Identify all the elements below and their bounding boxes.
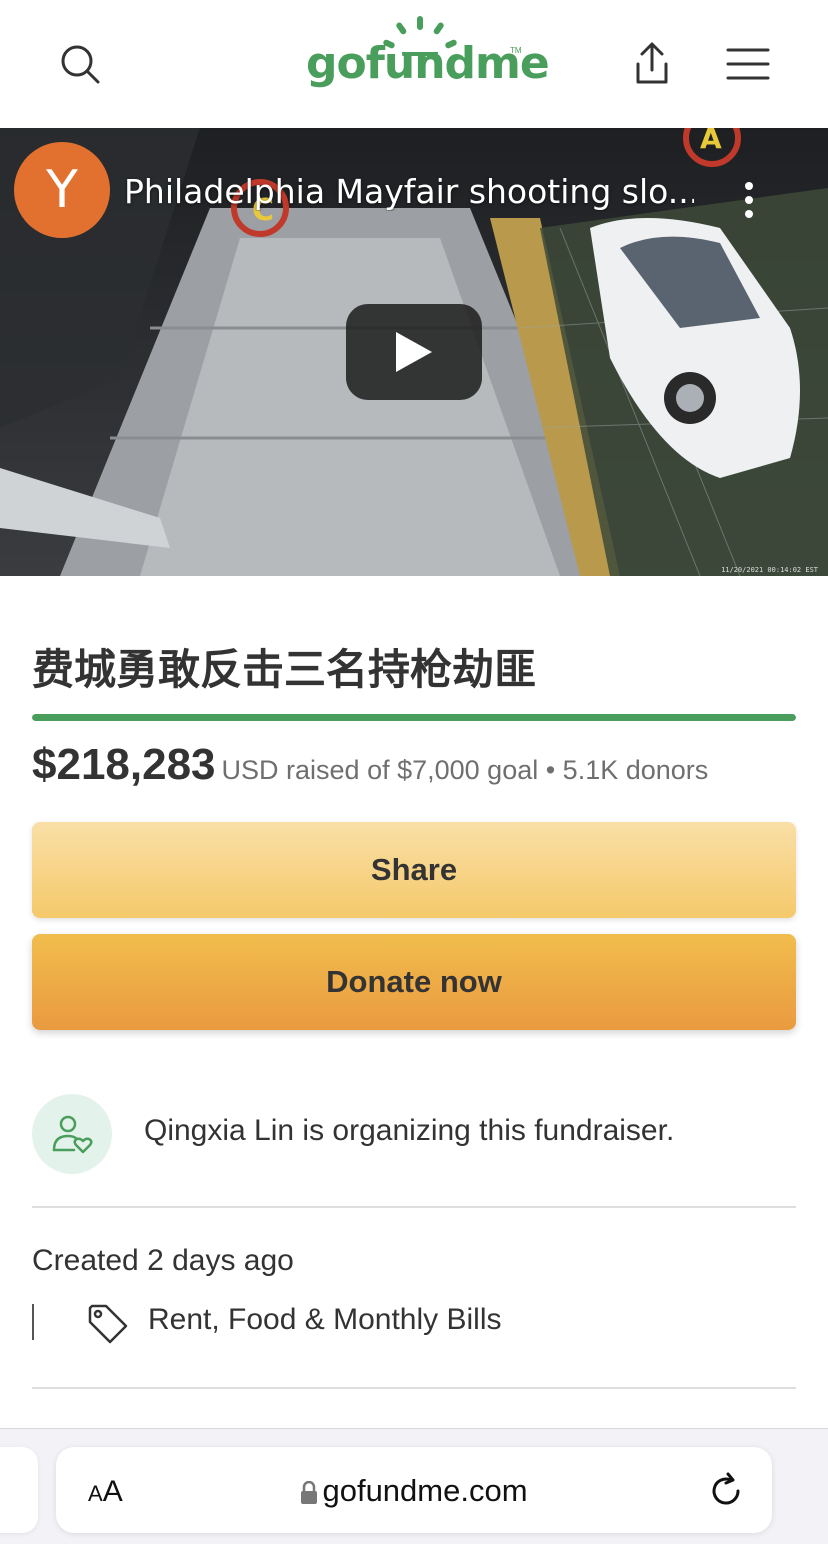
address-bar[interactable]: AA gofundme.com <box>56 1447 772 1533</box>
donate-now-button[interactable]: Donate now <box>32 934 796 1030</box>
logo-trademark: TM <box>510 46 522 55</box>
tag-icon <box>88 1304 128 1344</box>
video-timestamp: 11/20/2021 00:14:02 EST <box>721 566 818 574</box>
play-icon <box>396 332 432 372</box>
video-player[interactable]: C A Y Philadelphia Mayfair shooting slo.… <box>0 128 828 576</box>
svg-text:A: A <box>700 128 722 155</box>
top-nav: gofundme TM <box>0 0 828 128</box>
separator-bar <box>32 1304 34 1340</box>
more-vertical-icon <box>745 182 753 218</box>
search-button[interactable] <box>52 36 108 92</box>
play-button[interactable] <box>346 304 482 400</box>
category-link[interactable]: Rent, Food & Monthly Bills <box>148 1303 501 1337</box>
browser-toolbar: AA gofundme.com <box>0 1428 828 1544</box>
divider <box>32 1387 796 1389</box>
share-upload-icon <box>636 42 668 84</box>
lock-icon <box>301 1480 318 1504</box>
amount-value: $218,283 <box>32 740 216 789</box>
video-more-button[interactable] <box>728 172 770 228</box>
divider <box>32 1206 796 1208</box>
search-icon <box>61 45 100 84</box>
video-title[interactable]: Philadelphia Mayfair shooting slo... <box>124 172 694 211</box>
channel-avatar[interactable]: Y <box>14 142 110 238</box>
url-display[interactable]: gofundme.com <box>56 1473 772 1509</box>
previous-tab[interactable] <box>0 1447 38 1533</box>
goal-and-donors: USD raised of $7,000 goal • 5.1K donors <box>221 755 709 785</box>
organizer-avatar <box>32 1094 112 1174</box>
user-heart-icon <box>52 1115 93 1154</box>
menu-button[interactable] <box>720 36 776 92</box>
share-button[interactable]: Share <box>32 822 796 918</box>
campaign-title: 费城勇敢反击三名持枪劫匪 <box>32 645 537 694</box>
amount-raised: $218,283 USD raised of $7,000 goal • 5.1K… <box>32 740 708 790</box>
organizer-text: Qingxia Lin is organizing this fundraise… <box>144 1114 675 1147</box>
progress-fill <box>32 714 796 721</box>
progress-bar <box>32 714 796 721</box>
created-date: Created 2 days ago <box>32 1244 294 1277</box>
reload-icon[interactable] <box>706 1471 746 1511</box>
menu-icon <box>726 48 770 80</box>
gofundme-logo[interactable]: gofundme TM <box>306 16 550 96</box>
url-text: gofundme.com <box>322 1473 528 1508</box>
share-page-button[interactable] <box>624 36 680 92</box>
